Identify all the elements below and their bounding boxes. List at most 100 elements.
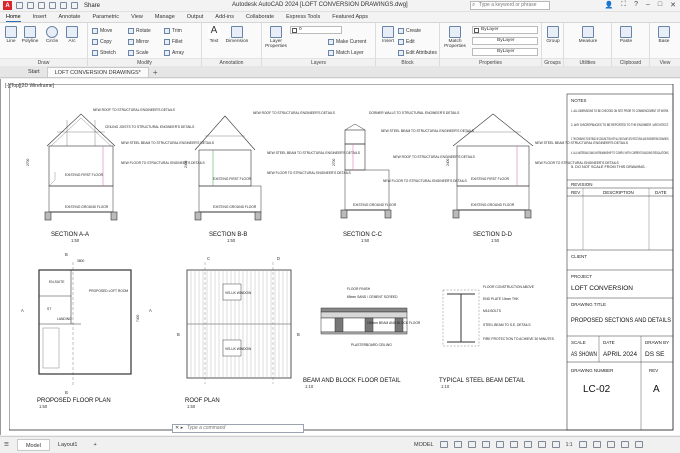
beam-block-finish-label: FLOOR FINISH [347,287,371,291]
command-close-icon[interactable]: ✕ ▸ [175,425,183,432]
tab-express-tools[interactable]: Express Tools [286,13,320,21]
active-drawing-tab[interactable]: LOFT CONVERSION DRAWINGS* [46,67,149,77]
cart-icon[interactable]: ⛶ [621,1,626,9]
tab-add-ins[interactable]: Add-ins [215,13,234,21]
add-layout-icon[interactable]: + [86,439,105,451]
save-icon[interactable] [38,2,45,9]
layout-menu-icon[interactable]: ☰ [0,439,17,451]
share-button[interactable]: Share [84,3,100,9]
tab-insert[interactable]: Insert [33,13,47,21]
mirror-button[interactable]: Mirror [128,37,149,46]
circle-tool-button[interactable]: Circle [42,26,62,44]
properties-group-label[interactable]: Properties [440,58,541,66]
new-file-icon[interactable] [16,2,23,9]
sign-in-icon[interactable]: 👤 [604,1,613,9]
edit-block-button[interactable]: Edit [398,37,415,46]
undo-icon[interactable] [60,2,67,9]
stretch-button[interactable]: Stretch [92,48,116,57]
start-tab[interactable]: Start [0,67,47,77]
base-view-button[interactable]: Base [654,26,674,44]
fillet-button[interactable]: Fillet [164,37,183,46]
lineweight-dropdown[interactable]: ByLayer [472,48,538,56]
match-layer-button[interactable]: Match Layer [328,48,364,57]
layer-dropdown[interactable]: 0 [290,26,342,34]
group-button[interactable]: Group [543,26,563,44]
autocad-logo-icon[interactable]: A [3,1,12,10]
make-current-label: Make Current [336,38,367,45]
annotation-group-label[interactable]: Annotation [202,58,261,66]
paste-button[interactable]: Paste [616,26,636,44]
color-dropdown[interactable]: ByLayer [472,26,538,34]
measure-button[interactable]: Measure [576,26,600,44]
section-a-upper-box [48,145,114,187]
tab-manage[interactable]: Manage [155,13,175,21]
move-button[interactable]: Move [92,26,112,35]
search-input[interactable]: ⌕ Type a keyword or phrase [470,1,550,10]
new-tab-icon[interactable]: + [153,68,158,77]
open-file-icon[interactable] [27,2,34,9]
match-properties-button[interactable]: Match Properties [442,26,468,49]
array-button[interactable]: Array [164,48,184,57]
model-space-toggle[interactable]: MODEL [414,442,434,448]
snap-icon[interactable] [453,441,462,448]
drawing-canvas[interactable]: [-][Top][2D Wireframe] NEW ROOF TO STRUC… [0,79,680,435]
create-block-button[interactable]: Create [398,26,421,35]
draw-group: Line Polyline Circle Arc Draw [0,23,88,66]
tab-collaborate[interactable]: Collaborate [246,13,274,21]
fillet-label: Fillet [172,38,183,45]
text-tool-button[interactable]: A Text [204,26,224,44]
help-icon[interactable]: ? [634,1,638,9]
draw-group-label[interactable]: Draw [0,58,87,66]
note-4: 4. ALL MATERIALS AND WORKMANSHIP TO COMP… [571,151,669,155]
line-tool-button[interactable]: Line [1,26,21,44]
workspace-gear-icon[interactable] [578,441,587,448]
trim-button[interactable]: Trim [164,26,182,35]
redo-icon[interactable] [71,2,78,9]
tab-parametric[interactable]: Parametric [92,13,119,21]
layout1-tab[interactable]: Layout1 [50,439,86,451]
minimize-icon[interactable]: – [646,1,650,9]
layer-properties-button[interactable]: Layer Properties [264,26,288,49]
groups-group-label[interactable]: Groups [542,58,563,66]
save-as-icon[interactable] [49,2,56,9]
rotate-button[interactable]: Rotate [128,26,151,35]
tab-featured-apps[interactable]: Featured Apps [332,13,368,21]
view-group-label[interactable]: View [650,58,680,66]
command-line-input[interactable]: ✕ ▸ Type a command [172,424,304,433]
block-group-label[interactable]: Block [376,58,439,66]
clean-screen-icon[interactable] [620,441,629,448]
grid-icon[interactable] [439,441,448,448]
edit-attributes-button[interactable]: Edit Attributes [398,48,437,57]
annotation-scale-value[interactable]: 1:1 [566,442,573,448]
hardware-accel-icon[interactable] [606,441,615,448]
tab-home[interactable]: Home [6,13,21,22]
arc-tool-button[interactable]: Arc [62,26,82,44]
linetype-dropdown[interactable]: ByLayer [472,37,538,45]
dimension-tool-button[interactable]: Dimension [224,26,250,44]
selection-cycling-icon[interactable] [537,441,546,448]
model-layout-tab[interactable]: Model [16,439,50,451]
make-current-button[interactable]: Make Current [328,37,366,46]
copy-button[interactable]: Copy [92,37,112,46]
scale-button[interactable]: Scale [128,48,149,57]
section-a-first-floor-label: EXISTING FIRST FLOOR [65,173,104,177]
lineweight-icon[interactable] [523,441,532,448]
isolate-objects-icon[interactable] [592,441,601,448]
close-icon[interactable]: ✕ [670,1,676,9]
layers-group-label[interactable]: Layers [262,58,375,66]
tab-annotate[interactable]: Annotate [58,13,80,21]
tab-view[interactable]: View [131,13,143,21]
utilities-group-label[interactable]: Utilities [564,58,611,66]
otrack-icon[interactable] [509,441,518,448]
annotation-scale-icon[interactable] [551,441,560,448]
modify-group-label[interactable]: Modify [88,58,201,66]
insert-block-button[interactable]: Insert [378,26,398,44]
maximize-icon[interactable]: □ [658,1,662,9]
customize-menu-icon[interactable] [634,441,643,448]
osnap-icon[interactable] [495,441,504,448]
polar-icon[interactable] [481,441,490,448]
ortho-icon[interactable] [467,441,476,448]
clipboard-group-label[interactable]: Clipboard [612,58,649,66]
tab-output[interactable]: Output [187,13,204,21]
polyline-tool-button[interactable]: Polyline [20,26,40,44]
